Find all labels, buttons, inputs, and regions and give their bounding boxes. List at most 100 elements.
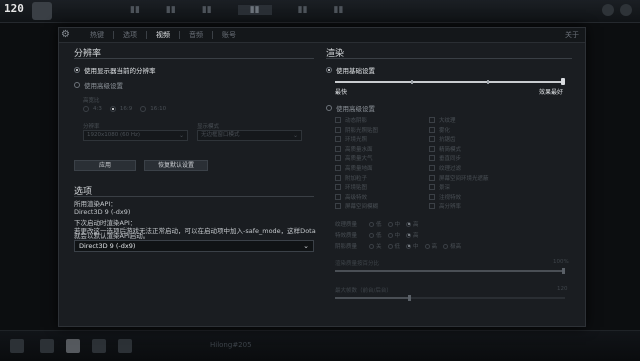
- radio-icon[interactable]: [140, 106, 147, 112]
- radio-icon[interactable]: [387, 243, 393, 249]
- use-advanced-res-option[interactable]: 使用高级设置: [74, 80, 123, 90]
- radio-icon[interactable]: [326, 105, 332, 111]
- left-checkbox-row[interactable]: 附加粒子: [335, 174, 367, 182]
- left-checkbox-row[interactable]: 高质量水面: [335, 145, 373, 153]
- radio-icon[interactable]: [387, 232, 393, 238]
- left-checkbox-row[interactable]: 环境光照: [335, 135, 367, 143]
- radio-selected-icon[interactable]: [406, 221, 412, 227]
- checkbox-icon[interactable]: [429, 145, 435, 152]
- checkbox-icon[interactable]: [429, 174, 435, 181]
- right-checkbox-row[interactable]: 屏幕空间环境光遮蔽: [429, 174, 489, 182]
- radio-icon[interactable]: [387, 221, 393, 227]
- radio-icon[interactable]: [83, 106, 89, 112]
- render-api-dropdown[interactable]: Direct3D 9 (-dx9) ⌄: [74, 240, 314, 252]
- bottom-slot-icon[interactable]: [66, 339, 80, 353]
- radio-icon[interactable]: [424, 243, 430, 249]
- right-checkbox-row[interactable]: 纹理过滤: [429, 164, 461, 172]
- checkbox-icon[interactable]: [335, 165, 341, 171]
- bottom-slot-icon[interactable]: [118, 339, 132, 353]
- tab-hotkeys[interactable]: 热键: [81, 30, 113, 40]
- use-basic-render-option[interactable]: 使用基础设置: [326, 65, 375, 75]
- checkbox-icon[interactable]: [335, 174, 341, 181]
- radio-icon[interactable]: [74, 82, 80, 88]
- use-display-res-option[interactable]: 使用显示器当前的分辨率: [74, 65, 156, 75]
- tab-account[interactable]: 账号: [213, 30, 245, 40]
- top-nav-item[interactable]: ▮▮: [130, 5, 140, 15]
- left-checkbox-row[interactable]: 高级特效: [335, 193, 367, 201]
- radio-icon[interactable]: [369, 221, 374, 227]
- effects-quality-low[interactable]: 低: [369, 231, 382, 239]
- radio-icon[interactable]: [443, 243, 449, 249]
- left-checkbox-row[interactable]: 环境贴图: [335, 183, 367, 191]
- checkbox-icon[interactable]: [335, 136, 341, 143]
- aspect-option-16-10[interactable]: 16:10: [150, 106, 166, 112]
- radio-selected-icon[interactable]: [406, 232, 412, 238]
- bottom-slot-icon[interactable]: [92, 339, 106, 353]
- top-nav-item[interactable]: ▮▮: [166, 5, 176, 15]
- radio-selected-icon[interactable]: [109, 106, 116, 112]
- effects-quality-high[interactable]: 高: [406, 231, 419, 239]
- checkbox-icon[interactable]: [429, 117, 435, 123]
- tab-video[interactable]: 视频: [147, 30, 179, 40]
- gear-icon[interactable]: ⚙: [61, 29, 70, 41]
- display-mode-dropdown[interactable]: 无边框窗口模式 ⌄: [197, 130, 302, 141]
- checkbox-icon[interactable]: [335, 184, 341, 191]
- shadow-quality-low[interactable]: 低: [387, 242, 400, 250]
- friends-icon[interactable]: [620, 4, 632, 16]
- right-checkbox-row[interactable]: 垂直同步: [429, 154, 461, 162]
- radio-icon[interactable]: [369, 243, 374, 249]
- right-checkbox-row[interactable]: 景深: [429, 183, 450, 191]
- top-nav-item-active[interactable]: ▮▮: [237, 5, 272, 15]
- bottom-slot-icon[interactable]: [10, 339, 24, 353]
- checkbox-icon[interactable]: [335, 193, 341, 200]
- checkbox-icon[interactable]: [429, 184, 435, 191]
- checkbox-icon[interactable]: [429, 126, 435, 133]
- settings-icon[interactable]: [602, 4, 614, 16]
- radio-selected-icon[interactable]: [326, 67, 332, 73]
- left-checkbox-row[interactable]: 阴影光照贴图: [335, 126, 378, 134]
- shadow-quality-off[interactable]: 关: [369, 242, 382, 250]
- checkbox-icon[interactable]: [429, 203, 435, 210]
- left-checkbox-row[interactable]: 高质量地面: [335, 164, 373, 172]
- about-link[interactable]: 关于: [565, 30, 579, 40]
- resolution-dropdown[interactable]: 1920x1080 (60 Hz) ⌄: [83, 130, 188, 141]
- radio-icon[interactable]: [369, 232, 374, 238]
- checkbox-icon[interactable]: [335, 126, 341, 133]
- radio-selected-icon[interactable]: [74, 67, 80, 73]
- left-checkbox-row[interactable]: 动态阴影: [335, 116, 367, 124]
- texture-quality-high[interactable]: 高: [406, 220, 419, 228]
- checkbox-icon[interactable]: [429, 155, 435, 162]
- apply-button[interactable]: 应用: [74, 160, 136, 171]
- dota-logo-icon[interactable]: [32, 2, 52, 20]
- aspect-option-16-9[interactable]: 16:9: [120, 106, 132, 112]
- tab-options[interactable]: 选项: [114, 30, 146, 40]
- right-checkbox-row[interactable]: 大纹理: [429, 116, 456, 124]
- checkbox-icon[interactable]: [335, 155, 341, 162]
- checkbox-icon[interactable]: [429, 165, 435, 171]
- checkbox-icon[interactable]: [335, 145, 341, 152]
- use-advanced-render-option[interactable]: 使用高级设置: [326, 103, 375, 113]
- aspect-option-4-3[interactable]: 4:3: [93, 106, 102, 112]
- shadow-quality-mid[interactable]: 中: [406, 242, 419, 250]
- right-checkbox-row[interactable]: 雾化: [429, 126, 450, 134]
- right-checkbox-row[interactable]: 抗锯齿: [429, 135, 456, 143]
- left-checkbox-row[interactable]: 屏幕空间模糊: [335, 202, 378, 210]
- right-checkbox-row[interactable]: 注视特效: [429, 193, 461, 201]
- texture-quality-low[interactable]: 低: [369, 220, 382, 228]
- top-nav-item[interactable]: ▮▮: [298, 5, 308, 15]
- tab-audio[interactable]: 音频: [180, 30, 212, 40]
- checkbox-icon[interactable]: [335, 117, 341, 123]
- checkbox-icon[interactable]: [429, 193, 435, 200]
- right-checkbox-row[interactable]: 精简模式: [429, 145, 461, 153]
- top-nav-item[interactable]: ▮▮: [334, 5, 344, 15]
- shadow-quality-ultra[interactable]: 极高: [443, 242, 461, 250]
- right-checkbox-row[interactable]: 高分辨率: [429, 202, 461, 210]
- render-quality-slider-handle[interactable]: [561, 78, 565, 85]
- texture-quality-mid[interactable]: 中: [387, 220, 400, 228]
- left-checkbox-row[interactable]: 高质量大气: [335, 154, 373, 162]
- bottom-slot-icon[interactable]: [40, 339, 54, 353]
- render-scale-slider-handle[interactable]: [562, 268, 565, 274]
- effects-quality-mid[interactable]: 中: [387, 231, 400, 239]
- top-nav-item[interactable]: ▮▮: [202, 5, 212, 15]
- checkbox-icon[interactable]: [335, 203, 341, 210]
